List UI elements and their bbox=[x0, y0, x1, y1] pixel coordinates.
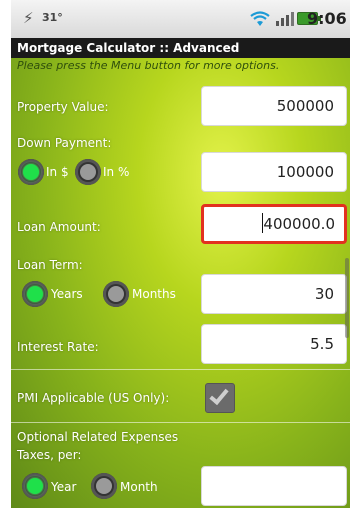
clock: 9:06 bbox=[307, 9, 347, 28]
scrollbar[interactable] bbox=[345, 258, 349, 338]
down-payment-dollars-label: In $ bbox=[46, 165, 69, 179]
interest-rate-label: Interest Rate: bbox=[17, 340, 99, 354]
section-divider bbox=[11, 369, 350, 370]
loan-term-months-radio[interactable] bbox=[103, 281, 129, 307]
usb-icon: ⚡ bbox=[23, 9, 34, 27]
down-payment-label: Down Payment: bbox=[17, 136, 112, 150]
loan-amount-input[interactable]: 400000.0 bbox=[201, 204, 347, 244]
status-bar: ⚡ 31° 9:06 bbox=[11, 0, 350, 38]
taxes-year-label: Year bbox=[51, 480, 77, 494]
loan-term-label: Loan Term: bbox=[17, 258, 83, 272]
property-value-input[interactable]: 500000 bbox=[201, 86, 347, 126]
checkmark-icon bbox=[209, 384, 229, 406]
down-payment-percent-radio[interactable] bbox=[75, 159, 101, 185]
loan-term-years-label: Years bbox=[51, 287, 83, 301]
down-payment-dollars-radio[interactable] bbox=[18, 159, 44, 185]
loan-amount-value: 400000.0 bbox=[263, 215, 335, 233]
loan-term-input[interactable]: 30 bbox=[201, 274, 347, 314]
wifi-icon bbox=[249, 11, 271, 31]
taxes-year-radio[interactable] bbox=[22, 473, 48, 499]
section-divider bbox=[11, 422, 350, 423]
temperature-readout: 31° bbox=[42, 11, 63, 24]
calculator-form: Please press the Menu button for more op… bbox=[11, 58, 350, 508]
interest-rate-input[interactable]: 5.5 bbox=[201, 324, 347, 364]
loan-term-years-radio[interactable] bbox=[22, 281, 48, 307]
down-payment-input[interactable]: 100000 bbox=[201, 152, 347, 192]
down-payment-percent-label: In % bbox=[103, 165, 130, 179]
pmi-checkbox[interactable] bbox=[205, 383, 235, 413]
taxes-month-radio[interactable] bbox=[91, 473, 117, 499]
title-bar: Mortgage Calculator :: Advanced bbox=[11, 38, 350, 58]
signal-icon bbox=[275, 10, 295, 31]
taxes-month-label: Month bbox=[120, 480, 158, 494]
taxes-label: Taxes, per: bbox=[17, 448, 82, 462]
loan-amount-label: Loan Amount: bbox=[17, 220, 101, 234]
menu-hint: Please press the Menu button for more op… bbox=[17, 59, 280, 72]
taxes-input[interactable] bbox=[201, 466, 347, 506]
property-value-label: Property Value: bbox=[17, 100, 109, 114]
pmi-label: PMI Applicable (US Only): bbox=[17, 391, 170, 405]
phone-screen: ⚡ 31° 9:06 Mortgage Calculator :: Advanc… bbox=[11, 0, 350, 508]
loan-term-months-label: Months bbox=[132, 287, 176, 301]
optional-expenses-heading: Optional Related Expenses bbox=[17, 430, 179, 444]
